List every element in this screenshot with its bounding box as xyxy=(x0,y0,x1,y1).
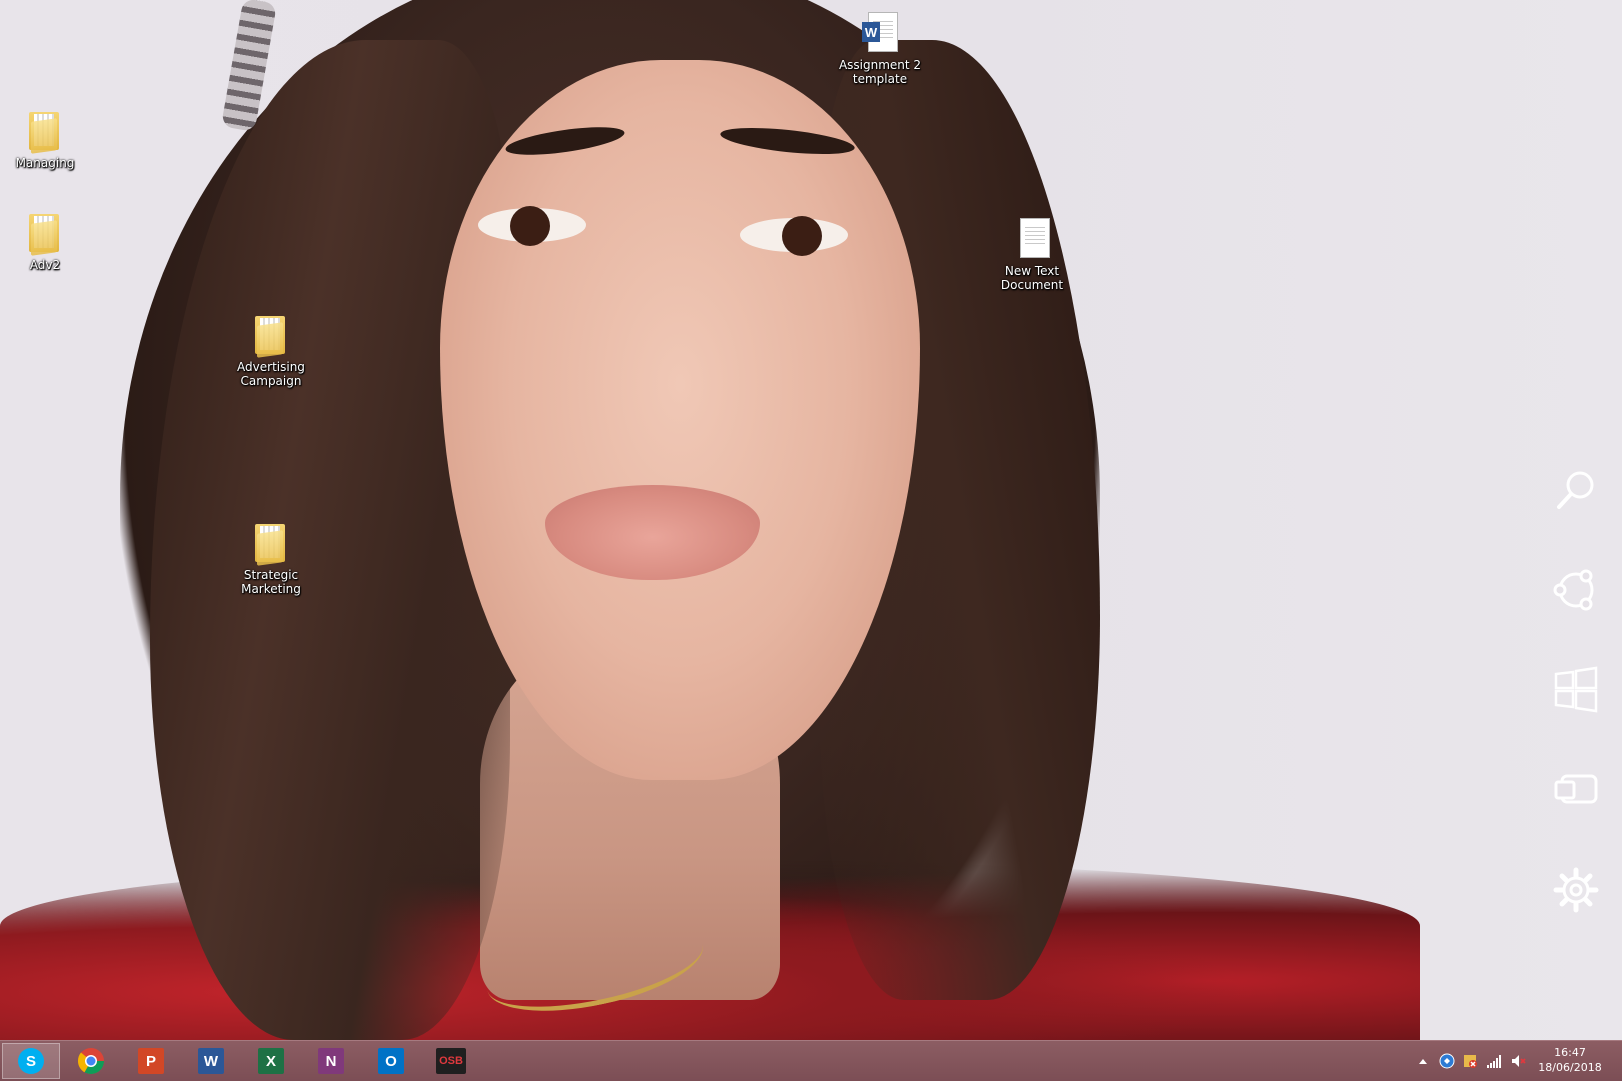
clock-date: 18/06/2018 xyxy=(1538,1061,1602,1074)
desktop-icon-label: Adv2 xyxy=(29,258,61,272)
desktop-icon-label: Assignment 2 template xyxy=(838,58,922,86)
desktop-icon-strategic-marketing[interactable]: Strategic Marketing xyxy=(226,520,316,596)
desktop-icon-assignment-2-template[interactable]: W Assignment 2 template xyxy=(835,10,925,86)
taskbar-clock[interactable]: 16:47 18/06/2018 xyxy=(1530,1045,1610,1075)
charm-share[interactable] xyxy=(1550,564,1602,616)
desktop-icon-label: Strategic Marketing xyxy=(241,568,301,596)
chrome-icon xyxy=(77,1048,105,1075)
folder-icon xyxy=(251,312,291,358)
skype-icon: S xyxy=(18,1048,44,1074)
desktop[interactable]: Managing Adv2 Advertising Campaign Strat… xyxy=(0,0,1622,1040)
taskbar: S P W X N O OSB 16:47 18/06/2018 xyxy=(0,1040,1622,1081)
folder-icon xyxy=(25,210,65,256)
taskbar-powerpoint-button[interactable]: P xyxy=(122,1043,180,1079)
desktop-icon-label: New Text Document xyxy=(1000,264,1064,292)
desktop-icon-managing[interactable]: Managing xyxy=(0,108,90,170)
word-icon: W xyxy=(198,1048,224,1074)
desktop-icon-label: Advertising Campaign xyxy=(237,360,305,388)
onenote-icon: N xyxy=(318,1048,344,1074)
charm-search[interactable] xyxy=(1550,464,1602,516)
taskbar-excel-button[interactable]: X xyxy=(242,1043,300,1079)
network-signal-icon[interactable] xyxy=(1486,1053,1502,1069)
settings-icon xyxy=(1553,867,1599,913)
outlook-icon: O xyxy=(378,1048,404,1074)
word-document-icon: W xyxy=(860,10,900,54)
desktop-icon-new-text-document[interactable]: New Text Document xyxy=(987,216,1077,292)
security-icon[interactable] xyxy=(1462,1053,1478,1069)
search-icon xyxy=(1557,471,1594,509)
taskbar-chrome-button[interactable] xyxy=(62,1043,120,1079)
devices-icon xyxy=(1554,774,1598,804)
charm-settings[interactable] xyxy=(1550,864,1602,916)
app-tray-icon[interactable] xyxy=(1439,1053,1455,1069)
folder-icon xyxy=(251,520,291,566)
volume-muted-icon[interactable] xyxy=(1510,1053,1526,1069)
clock-time: 16:47 xyxy=(1554,1046,1586,1059)
desktop-icon-advertising-campaign[interactable]: Advertising Campaign xyxy=(226,312,316,388)
share-icon xyxy=(1553,569,1594,611)
taskbar-outlook-button[interactable]: O xyxy=(362,1043,420,1079)
charm-start[interactable] xyxy=(1550,664,1602,716)
powerpoint-icon: P xyxy=(138,1048,164,1074)
taskbar-skype-button[interactable]: S xyxy=(2,1043,60,1079)
show-hidden-icons[interactable] xyxy=(1415,1053,1431,1069)
charm-devices[interactable] xyxy=(1550,764,1602,816)
taskbar-word-button[interactable]: W xyxy=(182,1043,240,1079)
folder-icon xyxy=(25,108,65,154)
osb-icon: OSB xyxy=(436,1048,466,1074)
desktop-icon-adv2[interactable]: Adv2 xyxy=(0,210,90,272)
start-windows-icon xyxy=(1554,666,1598,713)
excel-icon: X xyxy=(258,1048,284,1074)
taskbar-onenote-button[interactable]: N xyxy=(302,1043,360,1079)
taskbar-osb-button[interactable]: OSB xyxy=(422,1043,480,1079)
text-document-icon xyxy=(1012,216,1052,260)
desktop-icon-label: Managing xyxy=(15,156,75,170)
